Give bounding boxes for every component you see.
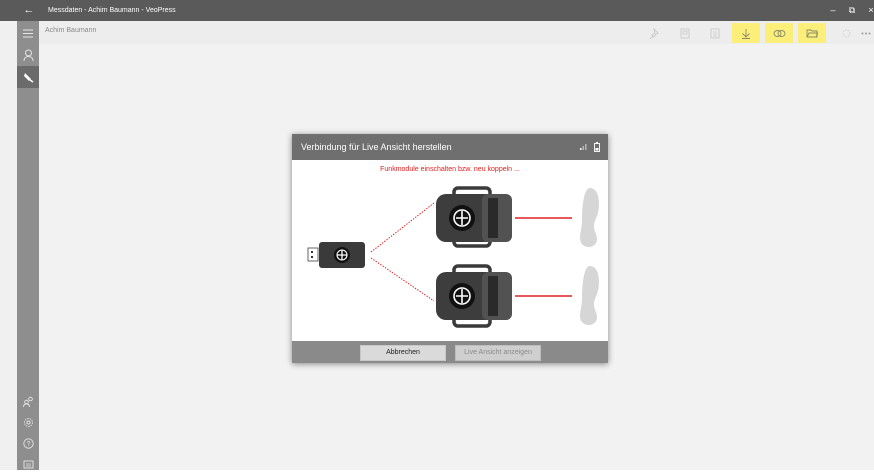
breadcrumb: Achim Baumann [45,27,97,34]
hamburger-icon[interactable] [17,22,39,44]
settings-icon[interactable] [832,23,860,43]
insole-bottom-icon [580,266,599,325]
foot-icon[interactable] [17,66,39,88]
gear-icon[interactable] [17,411,39,433]
usb-port-icon [307,247,319,262]
dialog-message: Funkmodule einschalten bzw. neu koppeln … [380,166,520,173]
usb-dongle-icon [319,242,365,268]
users-icon[interactable] [17,390,39,412]
dialog-footer: Abbrechen Live Ansicht anzeigen [292,341,608,363]
dialog-header: Verbindung für Live Ansicht herstellen [292,134,608,160]
close-icon[interactable]: × [864,4,874,17]
sensor-module-top [436,186,512,248]
document-icon[interactable] [671,23,699,43]
info-icon[interactable] [17,453,39,475]
back-arrow-icon[interactable]: ← [22,4,36,17]
help-icon[interactable]: ? [17,432,39,454]
live-view-dialog: Verbindung für Live Ansicht herstellen F… [292,134,608,363]
document-lines-icon[interactable] [701,23,729,43]
cancel-button[interactable]: Abbrechen [360,345,446,361]
link-icon[interactable] [765,23,793,43]
dialog-title: Verbindung für Live Ansicht herstellen [301,142,452,152]
sensor-module-bottom [436,264,512,328]
battery-icon [594,142,600,154]
connection-line-bottom [370,257,435,302]
pin-icon[interactable] [639,23,667,43]
download-icon[interactable] [732,23,760,43]
title-bar: ← Messdaten - Achim Baumann - VeoPress –… [0,0,874,21]
more-icon[interactable] [858,23,874,43]
svg-text:?: ? [26,441,30,448]
insole-top-icon [580,188,599,247]
connection-line-top [370,202,435,253]
restore-icon[interactable]: ⧉ [845,4,859,17]
signal-icon [580,142,588,152]
minimize-icon[interactable]: – [826,4,840,17]
folder-open-icon[interactable] [798,23,826,43]
window-title: Messdaten - Achim Baumann - VeoPress [48,7,176,14]
show-live-view-button[interactable]: Live Ansicht anzeigen [455,345,541,361]
person-icon[interactable] [17,44,39,66]
pairing-illustration [307,186,599,328]
